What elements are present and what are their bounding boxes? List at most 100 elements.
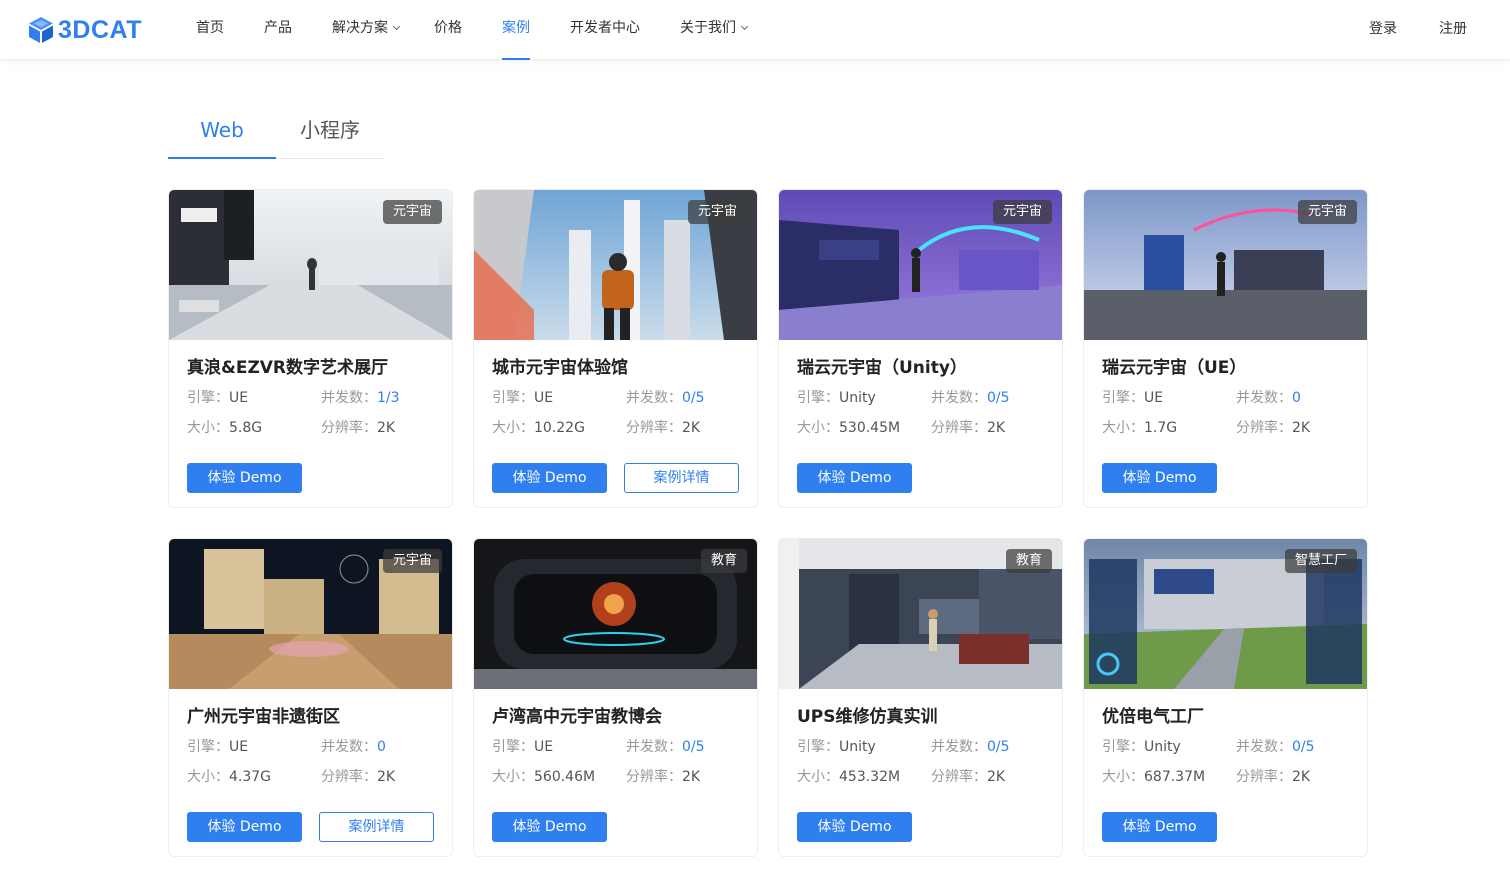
try-demo-button[interactable]: 体验 Demo [797, 812, 912, 842]
meta-label: 并发数： [1236, 739, 1292, 755]
meta-label: 大小： [492, 769, 534, 785]
meta-label: 引擎： [1102, 739, 1144, 755]
resolution-value: 2K [1292, 420, 1311, 436]
meta-label: 引擎： [797, 390, 839, 406]
case-card: 元宇宙 真浪&EZVR数字艺术展厅 引擎：UE 并发数：1/3 大小：5.8G … [168, 189, 453, 508]
register-link[interactable]: 注册 [1439, 0, 1467, 60]
concurrency-row: 并发数：0/5 [931, 736, 1010, 756]
category-badge: 元宇宙 [1297, 200, 1357, 224]
try-demo-button[interactable]: 体验 Demo [1102, 812, 1217, 842]
nav-solutions[interactable]: 解决方案 [332, 0, 401, 60]
try-demo-button[interactable]: 体验 Demo [1102, 463, 1217, 493]
resolution-row: 分辨率：2K [626, 417, 700, 437]
nav-developer-center[interactable]: 开发者中心 [570, 0, 640, 60]
engine-row: 引擎：Unity [797, 736, 876, 756]
meta-label: 并发数： [321, 390, 377, 406]
try-demo-button[interactable]: 体验 Demo [492, 812, 607, 842]
meta-label: 并发数： [931, 390, 987, 406]
try-demo-button[interactable]: 体验 Demo [187, 812, 302, 842]
concurrency-row: 并发数：0/5 [626, 387, 705, 407]
size-value: 687.37M [1144, 769, 1206, 785]
case-detail-button[interactable]: 案例详情 [624, 463, 739, 493]
nav-label: 解决方案 [332, 20, 388, 36]
resolution-value: 2K [682, 420, 701, 436]
meta-label: 大小： [187, 769, 229, 785]
size-row: 大小：4.37G [187, 766, 271, 786]
meta-label: 分辨率： [321, 769, 377, 785]
case-thumbnail[interactable]: 元宇宙 [169, 190, 452, 340]
login-link[interactable]: 登录 [1369, 0, 1397, 60]
case-title: 真浪&EZVR数字艺术展厅 [187, 358, 389, 378]
meta-label: 分辨率： [321, 420, 377, 436]
concurrency-value: 0/5 [682, 390, 705, 406]
nav-pricing[interactable]: 价格 [434, 0, 462, 60]
concurrency-value: 1/3 [377, 390, 400, 406]
concurrency-row: 并发数：0 [321, 736, 386, 756]
size-value: 5.8G [229, 420, 263, 436]
nav-products[interactable]: 产品 [264, 0, 292, 60]
case-thumbnail[interactable]: 元宇宙 [474, 190, 757, 340]
concurrency-row: 并发数：0/5 [931, 387, 1010, 407]
meta-label: 分辨率： [1236, 769, 1292, 785]
meta-label: 引擎： [492, 739, 534, 755]
meta-label: 大小： [187, 420, 229, 436]
category-badge: 元宇宙 [687, 200, 747, 224]
meta-label: 并发数： [626, 390, 682, 406]
meta-label: 引擎： [187, 739, 229, 755]
concurrency-row: 并发数：0/5 [626, 736, 705, 756]
case-thumbnail[interactable]: 教育 [474, 539, 757, 689]
size-row: 大小：10.22G [492, 417, 585, 437]
case-detail-button[interactable]: 案例详情 [319, 812, 434, 842]
case-card: 元宇宙 瑞云元宇宙（UE） 引擎：UE 并发数：0 大小：1.7G 分辨率：2K… [1083, 189, 1368, 508]
meta-label: 大小： [492, 420, 534, 436]
logo[interactable]: 3DCAT [28, 15, 142, 45]
resolution-row: 分辨率：2K [931, 766, 1005, 786]
top-navbar: 3DCAT 首页 产品 解决方案 价格 案例 开发者中心 关于我们 登录 注册 [0, 0, 1510, 60]
case-thumbnail[interactable]: 教育 [779, 539, 1062, 689]
size-value: 10.22G [534, 420, 585, 436]
resolution-row: 分辨率：2K [1236, 417, 1310, 437]
resolution-value: 2K [682, 769, 701, 785]
tab-mini-program[interactable]: 小程序 [276, 104, 384, 159]
case-thumbnail[interactable]: 元宇宙 [169, 539, 452, 689]
size-row: 大小：453.32M [797, 766, 900, 786]
case-card: 教育 UPS维修仿真实训 引擎：Unity 并发数：0/5 大小：453.32M… [778, 538, 1063, 857]
case-thumbnail[interactable]: 智慧工厂 [1084, 539, 1367, 689]
category-badge: 元宇宙 [382, 549, 442, 573]
concurrency-row: 并发数：0/5 [1236, 736, 1315, 756]
category-badge: 元宇宙 [382, 200, 442, 224]
size-value: 1.7G [1144, 420, 1178, 436]
try-demo-button[interactable]: 体验 Demo [492, 463, 607, 493]
size-row: 大小：1.7G [1102, 417, 1177, 437]
case-card: 元宇宙 广州元宇宙非遗街区 引擎：UE 并发数：0 大小：4.37G 分辨率：2… [168, 538, 453, 857]
case-thumbnail[interactable]: 元宇宙 [779, 190, 1062, 340]
try-demo-button[interactable]: 体验 Demo [797, 463, 912, 493]
size-value: 4.37G [229, 769, 272, 785]
try-demo-button[interactable]: 体验 Demo [187, 463, 302, 493]
nav-label: 关于我们 [680, 20, 736, 36]
concurrency-value: 0/5 [987, 739, 1010, 755]
resolution-row: 分辨率：2K [321, 417, 395, 437]
nav-cases[interactable]: 案例 [502, 0, 530, 60]
concurrency-value: 0/5 [1292, 739, 1315, 755]
nav-label: 价格 [434, 20, 462, 36]
engine-row: 引擎：Unity [1102, 736, 1181, 756]
case-thumbnail[interactable]: 元宇宙 [1084, 190, 1367, 340]
engine-value: Unity [839, 390, 876, 406]
meta-label: 并发数： [321, 739, 377, 755]
concurrency-row: 并发数：1/3 [321, 387, 400, 407]
nav-label: 首页 [196, 20, 224, 36]
case-title: UPS维修仿真实训 [797, 707, 938, 727]
engine-value: Unity [839, 739, 876, 755]
meta-label: 引擎： [187, 390, 229, 406]
nav-about-us[interactable]: 关于我们 [680, 0, 749, 60]
resolution-row: 分辨率：2K [931, 417, 1005, 437]
case-card: 教育 卢湾高中元宇宙教博会 引擎：UE 并发数：0/5 大小：560.46M 分… [473, 538, 758, 857]
tab-web[interactable]: Web [168, 104, 276, 159]
nav-home[interactable]: 首页 [196, 0, 224, 60]
engine-row: 引擎：UE [1102, 387, 1163, 407]
case-title: 瑞云元宇宙（UE） [1102, 358, 1247, 378]
case-title: 瑞云元宇宙（Unity） [797, 358, 967, 378]
meta-label: 大小： [797, 420, 839, 436]
case-card: 元宇宙 城市元宇宙体验馆 引擎：UE 并发数：0/5 大小：10.22G 分辨率… [473, 189, 758, 508]
